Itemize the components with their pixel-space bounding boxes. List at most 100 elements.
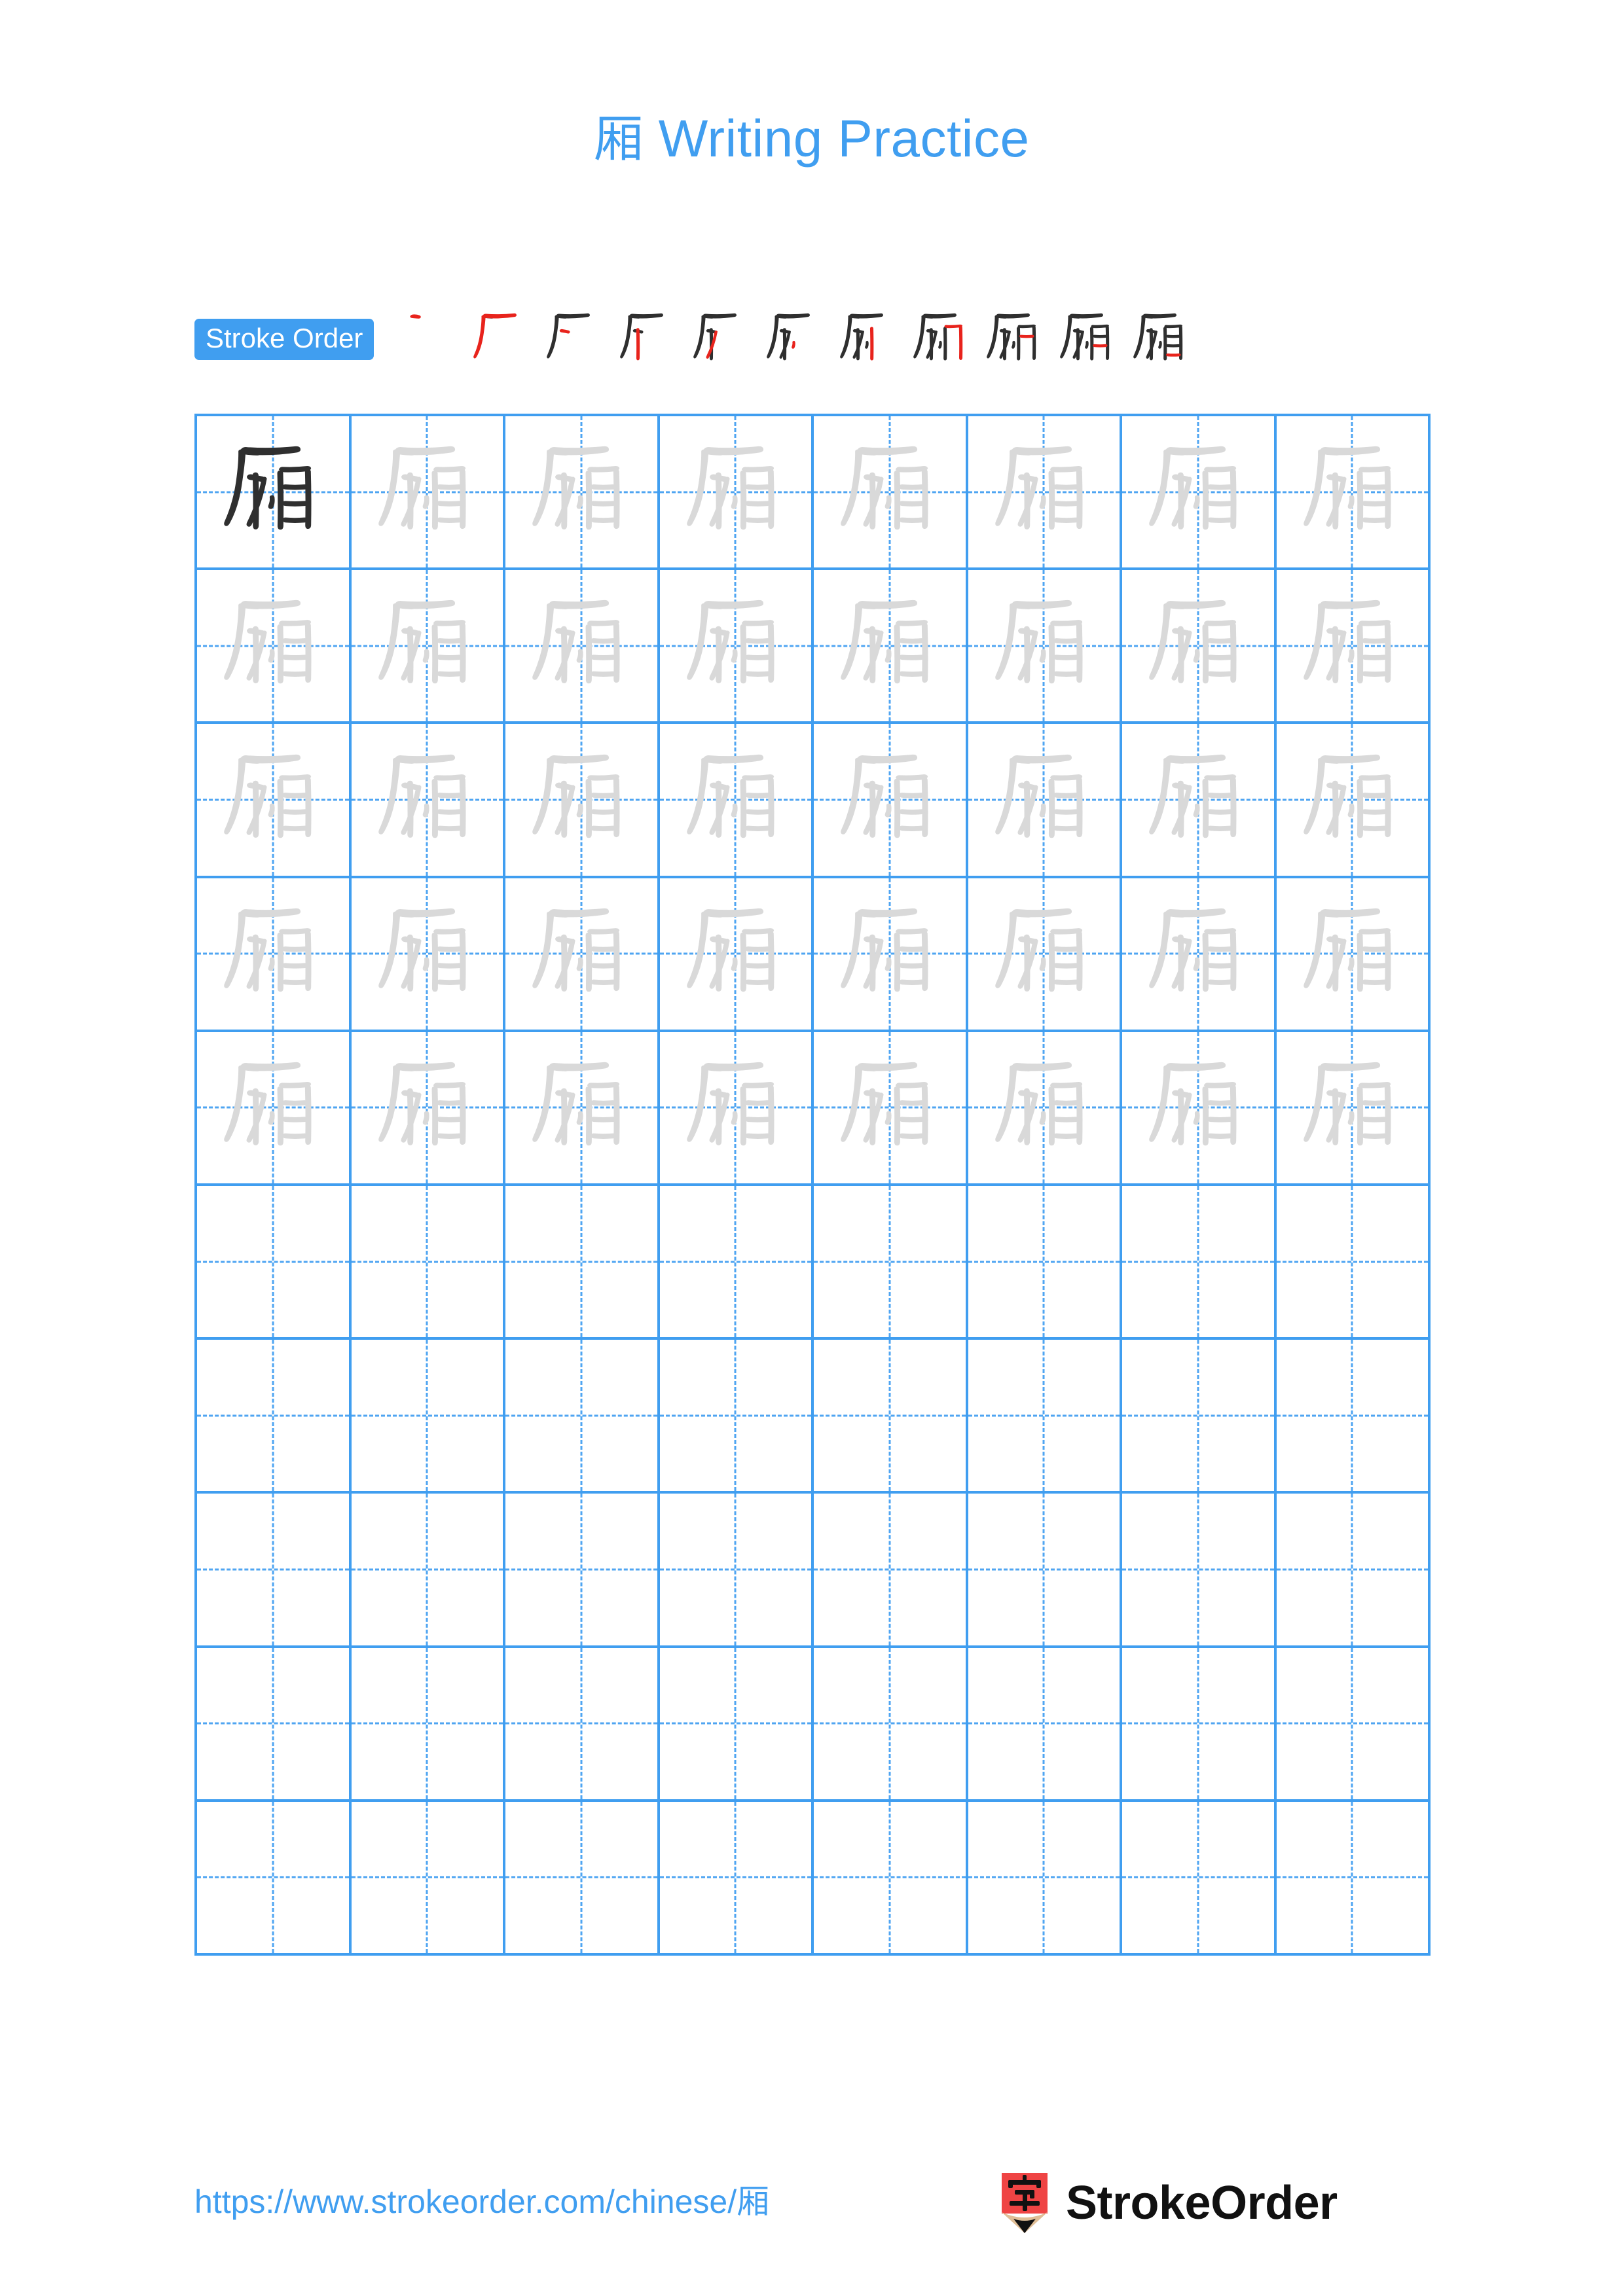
stroke-order-badge: Stroke Order (194, 318, 374, 360)
practice-cell[interactable] (968, 878, 1122, 1032)
practice-cell[interactable] (814, 1031, 968, 1186)
practice-cell[interactable] (659, 878, 814, 1032)
practice-cell[interactable] (814, 1647, 968, 1802)
practice-cell[interactable] (1276, 1647, 1431, 1802)
practice-cell[interactable] (659, 1185, 814, 1340)
practice-cell[interactable] (814, 878, 968, 1032)
stroke-step-6 (757, 302, 831, 376)
practice-cell[interactable] (505, 724, 660, 878)
practice-cell[interactable] (505, 1801, 660, 1956)
practice-cell[interactable] (968, 570, 1122, 725)
practice-cell[interactable] (659, 570, 814, 725)
trace-character (197, 570, 349, 721)
practice-cell[interactable] (814, 570, 968, 725)
practice-cell[interactable] (1122, 1801, 1277, 1956)
footer-url-link[interactable]: https://www.strokeorder.com/chinese/厢 (194, 2182, 769, 2221)
practice-cell[interactable] (197, 570, 352, 725)
practice-cell[interactable] (968, 1494, 1122, 1648)
trace-character (814, 724, 966, 875)
practice-cell[interactable] (1122, 1031, 1277, 1186)
practice-cell[interactable] (351, 1494, 505, 1648)
practice-cell[interactable] (505, 1647, 660, 1802)
practice-cell[interactable] (1276, 1185, 1431, 1340)
practice-cell[interactable] (1122, 1494, 1277, 1648)
stroke-step-1 (391, 302, 464, 376)
footer-url-prefix: https://www.strokeorder.com/chinese/ (194, 2183, 737, 2220)
practice-cell[interactable] (814, 1340, 968, 1494)
practice-cell[interactable] (968, 1031, 1122, 1186)
trace-character (505, 1032, 657, 1183)
practice-cell[interactable] (814, 416, 968, 571)
practice-cell[interactable] (197, 878, 352, 1032)
practice-cell[interactable] (659, 1031, 814, 1186)
trace-character (814, 1032, 966, 1183)
practice-cell[interactable] (1276, 1801, 1431, 1956)
practice-cell[interactable] (197, 1340, 352, 1494)
practice-cell[interactable] (814, 1801, 968, 1956)
practice-cell[interactable] (1122, 570, 1277, 725)
practice-cell[interactable] (197, 724, 352, 878)
trace-character (197, 878, 349, 1030)
practice-cell[interactable] (197, 1801, 352, 1956)
practice-cell[interactable] (1276, 878, 1431, 1032)
practice-cell[interactable] (351, 1031, 505, 1186)
practice-cell[interactable] (659, 1494, 814, 1648)
practice-cell[interactable] (197, 1647, 352, 1802)
practice-cell[interactable] (1276, 1031, 1431, 1186)
practice-cell[interactable] (505, 878, 660, 1032)
trace-character (660, 878, 812, 1030)
practice-cell[interactable] (197, 1185, 352, 1340)
practice-cell[interactable] (1122, 416, 1277, 571)
practice-cell[interactable] (1122, 724, 1277, 878)
practice-cell[interactable] (351, 570, 505, 725)
practice-cell[interactable] (1276, 570, 1431, 725)
practice-cell[interactable] (968, 724, 1122, 878)
practice-cell[interactable] (351, 1185, 505, 1340)
page-title-character: 厢 (593, 110, 644, 168)
practice-cell[interactable] (351, 1340, 505, 1494)
practice-cell[interactable] (659, 416, 814, 571)
practice-cell[interactable] (197, 1031, 352, 1186)
trace-character (814, 570, 966, 721)
stroke-order-section: Stroke Order (194, 302, 1432, 376)
practice-cell[interactable] (505, 416, 660, 571)
practice-cell[interactable] (505, 1031, 660, 1186)
practice-cell[interactable] (505, 1494, 660, 1648)
practice-cell[interactable] (351, 878, 505, 1032)
practice-cell[interactable] (1122, 1185, 1277, 1340)
practice-cell[interactable] (505, 570, 660, 725)
practice-cell[interactable] (1276, 1494, 1431, 1648)
practice-cell[interactable] (1276, 416, 1431, 571)
practice-cell[interactable] (197, 416, 352, 571)
practice-cell[interactable] (1276, 1340, 1431, 1494)
practice-cell[interactable] (659, 1647, 814, 1802)
practice-cell[interactable] (814, 1494, 968, 1648)
practice-cell[interactable] (1122, 1340, 1277, 1494)
practice-cell[interactable] (351, 724, 505, 878)
practice-cell[interactable] (968, 1647, 1122, 1802)
practice-cell[interactable] (659, 1801, 814, 1956)
practice-cell[interactable] (505, 1185, 660, 1340)
practice-cell[interactable] (814, 1185, 968, 1340)
practice-cell[interactable] (351, 1647, 505, 1802)
page-title: 厢 Writing Practice (0, 110, 1623, 168)
practice-cell[interactable] (351, 1801, 505, 1956)
practice-cell[interactable] (968, 1340, 1122, 1494)
page-title-text: Writing Practice (644, 109, 1030, 168)
practice-cell[interactable] (197, 1494, 352, 1648)
practice-cell[interactable] (968, 416, 1122, 571)
trace-character (197, 724, 349, 875)
trace-character (814, 878, 966, 1030)
practice-cell[interactable] (1276, 724, 1431, 878)
pencil-logo-icon (1000, 2173, 1049, 2233)
practice-cell[interactable] (968, 1185, 1122, 1340)
practice-cell[interactable] (351, 416, 505, 571)
stroke-step-8 (904, 302, 977, 376)
practice-cell[interactable] (1122, 878, 1277, 1032)
practice-cell[interactable] (968, 1801, 1122, 1956)
practice-cell[interactable] (1122, 1647, 1277, 1802)
practice-cell[interactable] (659, 724, 814, 878)
practice-cell[interactable] (814, 724, 968, 878)
practice-cell[interactable] (505, 1340, 660, 1494)
practice-cell[interactable] (659, 1340, 814, 1494)
